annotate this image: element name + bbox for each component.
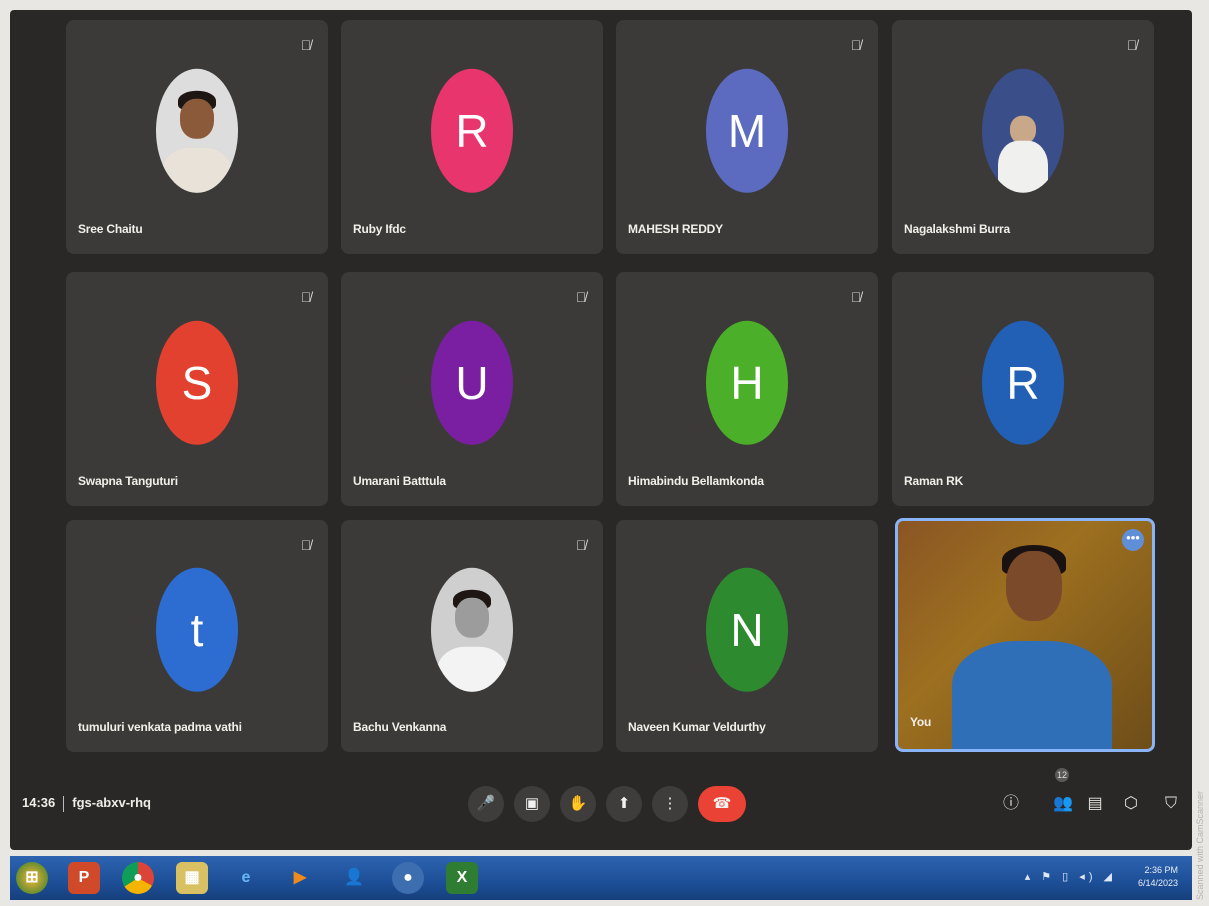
avatar: M	[706, 68, 788, 193]
meeting-code: fgs-abxv-rhq	[72, 795, 151, 810]
avatar: R	[431, 68, 513, 193]
clock-time: 2:36 PM	[1144, 865, 1178, 875]
mic-off-icon: 🎙̸	[850, 37, 862, 53]
hand-icon: ✋	[568, 795, 588, 812]
start-button-icon[interactable]: ⊞	[16, 862, 48, 894]
more-vert-icon: ⋮	[662, 795, 678, 812]
meet-window: 🎙̸ Sree Chaitu R Ruby Ifdc M 🎙̸ MAHESH R…	[10, 10, 1192, 850]
avatar-initial: U	[455, 356, 489, 409]
clock-date: 6/14/2023	[1137, 878, 1178, 888]
participant-name: Umarani Batttula	[353, 474, 446, 488]
avatar: H	[706, 320, 788, 445]
mic-button[interactable]: 🎤	[468, 786, 504, 822]
users-icon[interactable]: 👤	[338, 862, 370, 894]
mic-off-icon: 🎙̸	[575, 537, 587, 553]
avatar: U	[431, 320, 513, 445]
mic-off-icon: 🎙̸	[1126, 37, 1138, 53]
present-button[interactable]: ⬆	[606, 786, 642, 822]
excel-icon[interactable]: X	[446, 862, 478, 894]
people-icon[interactable]: 👥	[1052, 792, 1074, 816]
participant-tile[interactable]: U 🎙̸ Umarani Batttula	[341, 272, 603, 506]
taskbar: ⊞ P ● ▦ e ▶ 👤 ● X ▴ ⚑ ▯ ◂) ◢ 2:36 PM 6/1…	[10, 856, 1192, 900]
more-options-button[interactable]: ⋮	[652, 786, 688, 822]
avatar	[156, 68, 238, 193]
notes-icon[interactable]: ▦	[176, 862, 208, 894]
avatar	[431, 567, 513, 692]
avatar: t	[156, 567, 238, 692]
raise-hand-button[interactable]: ✋	[560, 786, 596, 822]
mic-off-icon: 🎙̸	[300, 537, 312, 553]
participant-tile[interactable]: M 🎙̸ MAHESH REDDY	[616, 20, 878, 254]
participant-count-badge: 12	[1055, 768, 1069, 782]
participant-name: MAHESH REDDY	[628, 222, 723, 236]
clock[interactable]: 2:36 PM 6/14/2023	[1138, 864, 1178, 890]
present-icon: ⬆	[617, 795, 631, 812]
host-controls-icon[interactable]: ⛉	[1160, 792, 1182, 816]
more-options-icon[interactable]: •••	[1122, 529, 1144, 551]
media-player-icon[interactable]: ▶	[284, 862, 316, 894]
avatar-initial: H	[730, 356, 764, 409]
participant-tile[interactable]: R Raman RK	[892, 272, 1154, 506]
participant-tile[interactable]: S 🎙̸ Swapna Tanguturi	[66, 272, 328, 506]
chrome-window-icon[interactable]: ●	[392, 862, 424, 894]
chrome-icon[interactable]: ●	[122, 862, 154, 894]
participant-name: Bachu Venkanna	[353, 720, 447, 734]
avatar-initial: N	[730, 603, 764, 656]
participant-name: Sree Chaitu	[78, 222, 143, 236]
participant-name: Swapna Tanguturi	[78, 474, 178, 488]
participant-tile[interactable]: R Ruby Ifdc	[341, 20, 603, 254]
avatar-initial: M	[727, 104, 767, 157]
avatar: N	[706, 567, 788, 692]
powerpoint-icon[interactable]: P	[68, 862, 100, 894]
participant-name: Ruby Ifdc	[353, 222, 406, 236]
end-call-icon: ☎	[712, 795, 732, 812]
avatar: R	[982, 320, 1064, 445]
mic-icon: 🎤	[476, 795, 496, 812]
end-call-button[interactable]: ☎	[698, 786, 746, 822]
participant-name: You	[910, 715, 932, 729]
avatar	[982, 68, 1064, 193]
meeting-info: 14:36 fgs-abxv-rhq	[22, 795, 151, 812]
internet-explorer-icon[interactable]: e	[230, 862, 262, 894]
participant-name: Himabindu Bellamkonda	[628, 474, 764, 488]
self-video-tile[interactable]: ••• You	[895, 518, 1155, 752]
mic-off-icon: 🎙̸	[300, 289, 312, 305]
mic-off-icon: 🎙̸	[300, 37, 312, 53]
avatar-initial: S	[181, 356, 213, 409]
system-tray-icons[interactable]: ▴ ⚑ ▯ ◂) ◢	[1025, 870, 1116, 883]
activities-icon[interactable]: ⬡	[1120, 792, 1142, 816]
camera-button[interactable]: ▣	[514, 786, 550, 822]
chat-icon[interactable]: ▤	[1084, 792, 1106, 816]
meeting-time: 14:36	[22, 795, 56, 810]
participant-tile[interactable]: H 🎙̸ Himabindu Bellamkonda	[616, 272, 878, 506]
participant-tile[interactable]: 🎙̸ Sree Chaitu	[66, 20, 328, 254]
avatar-initial: R	[455, 104, 489, 157]
participant-tile[interactable]: 🎙̸ Nagalakshmi Burra	[892, 20, 1154, 254]
participant-tile[interactable]: N Naveen Kumar Veldurthy	[616, 520, 878, 752]
participant-name: tumuluri venkata padma vathi	[78, 720, 242, 734]
divider	[63, 795, 65, 812]
participant-name: Raman RK	[904, 474, 964, 488]
avatar-initial: t	[190, 603, 204, 656]
camera-icon: ▣	[524, 795, 540, 812]
avatar-initial: R	[1006, 356, 1040, 409]
scanner-watermark: Scanned with CamScanner	[1195, 790, 1205, 900]
mic-off-icon: 🎙̸	[575, 289, 587, 305]
info-icon[interactable]: ⓘ	[1000, 792, 1022, 816]
mic-off-icon: 🎙̸	[850, 289, 862, 305]
participant-tile[interactable]: t 🎙̸ tumuluri venkata padma vathi	[66, 520, 328, 752]
avatar: S	[156, 320, 238, 445]
participant-name: Naveen Kumar Veldurthy	[628, 720, 766, 734]
participant-tile[interactable]: 🎙̸ Bachu Venkanna	[341, 520, 603, 752]
participant-name: Nagalakshmi Burra	[904, 222, 1010, 236]
